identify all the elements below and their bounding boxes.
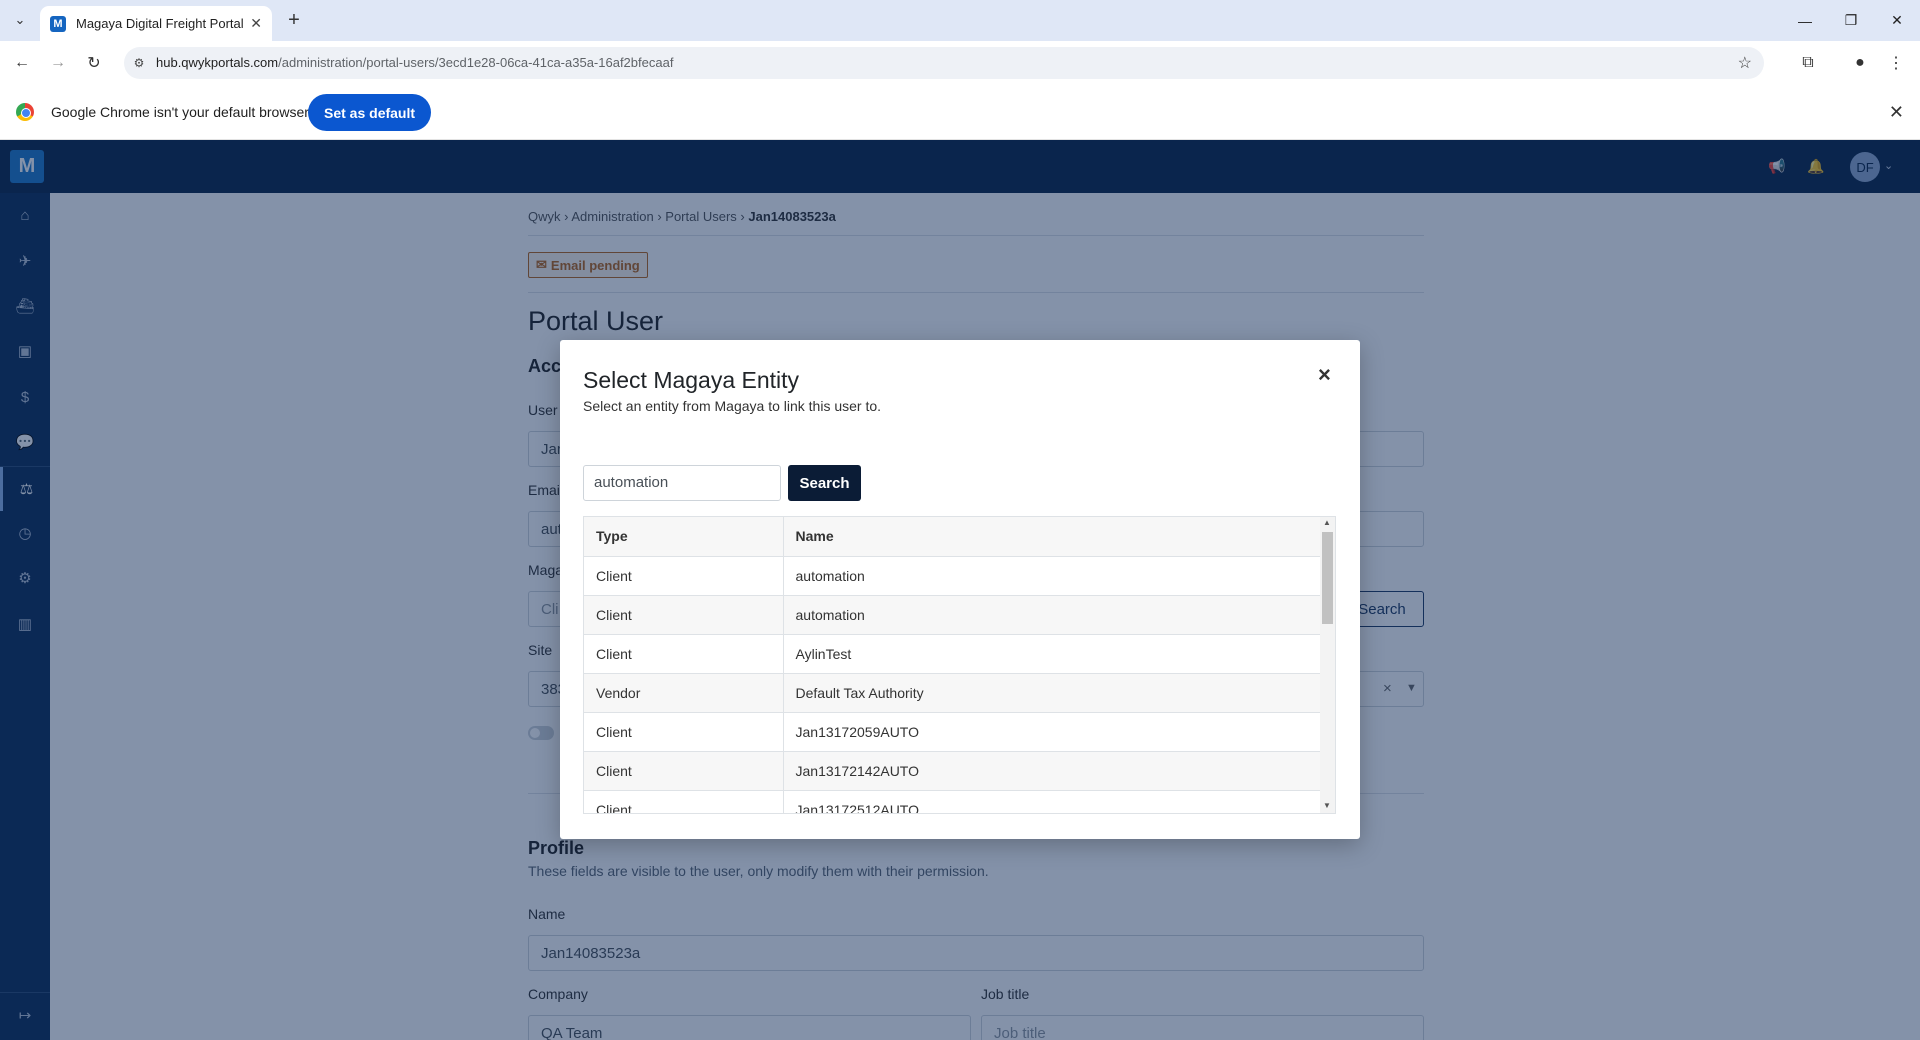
name-cell: Jan13172512AUTO — [783, 790, 1320, 813]
browser-tab[interactable]: M Magaya Digital Freight Portal H ✕ — [40, 6, 272, 41]
modal-subtitle: Select an entity from Magaya to link thi… — [583, 398, 882, 414]
address-toolbar: ← → ↻ ⚙ hub.qwykportals.com/administrati… — [0, 41, 1920, 85]
name-cell: AylinTest — [783, 634, 1320, 674]
scroll-down-icon[interactable]: ▼ — [1323, 801, 1331, 810]
set-default-button[interactable]: Set as default — [308, 94, 432, 131]
default-browser-infobar: Google Chrome isn't your default browser… — [0, 85, 1920, 140]
tab-close-icon[interactable]: ✕ — [250, 15, 262, 32]
table-row[interactable]: Client Jan13172142AUTO — [584, 751, 1320, 791]
window-close-icon[interactable]: ✕ — [1874, 0, 1920, 41]
entity-table: Type Name Client automation Client automat… — [584, 517, 1320, 813]
chrome-logo-icon — [16, 103, 34, 121]
infobar-close-icon[interactable]: ✕ — [1889, 102, 1904, 123]
infobar-text: Google Chrome isn't your default browser — [51, 104, 309, 120]
table-row[interactable]: Client automation — [584, 595, 1320, 635]
table-row[interactable]: Client AylinTest — [584, 634, 1320, 674]
close-icon[interactable]: × — [1318, 362, 1331, 388]
table-row[interactable]: Client automation — [584, 556, 1320, 596]
column-header-type: Type — [584, 517, 784, 557]
table-row[interactable]: Client Jan13172059AUTO — [584, 712, 1320, 752]
address-bar[interactable]: ⚙ hub.qwykportals.com/administration/por… — [124, 47, 1764, 79]
type-cell: Vendor — [584, 673, 784, 713]
table-header-row: Type Name — [584, 517, 1320, 557]
column-header-name: Name — [783, 517, 1320, 557]
name-cell: Jan13172059AUTO — [783, 712, 1320, 752]
select-entity-modal: Select Magaya Entity Select an entity fr… — [560, 340, 1360, 839]
profile-icon[interactable]: ● — [1848, 51, 1872, 75]
table-row[interactable]: Client Jan13172512AUTO — [584, 790, 1320, 813]
back-icon[interactable]: ← — [10, 51, 34, 75]
url-text[interactable]: hub.qwykportals.com/administration/porta… — [156, 55, 673, 70]
table-scrollbar[interactable]: ▲ ▼ — [1320, 517, 1335, 813]
bookmark-star-icon[interactable]: ☆ — [1738, 53, 1752, 73]
entity-table-container: Type Name Client automation Client automat… — [583, 516, 1336, 814]
minimize-icon[interactable]: — — [1782, 0, 1828, 41]
type-cell: Client — [584, 790, 784, 813]
type-cell: Client — [584, 712, 784, 752]
name-cell: Default Tax Authority — [783, 673, 1320, 713]
entity-search-input[interactable]: automation — [583, 465, 781, 501]
name-cell: automation — [783, 556, 1320, 596]
new-tab-icon[interactable]: + — [282, 8, 306, 32]
forward-icon[interactable]: → — [46, 51, 70, 75]
browser-tab-strip: ⌄ M Magaya Digital Freight Portal H ✕ + … — [0, 0, 1920, 41]
scroll-up-icon[interactable]: ▲ — [1323, 518, 1331, 527]
reload-icon[interactable]: ↻ — [82, 51, 106, 75]
favicon-icon: M — [50, 15, 66, 32]
type-cell: Client — [584, 556, 784, 596]
tab-title: Magaya Digital Freight Portal H — [76, 16, 244, 31]
modal-title: Select Magaya Entity — [583, 367, 800, 393]
scrollbar-thumb[interactable] — [1322, 532, 1333, 624]
table-row[interactable]: Vendor Default Tax Authority — [584, 673, 1320, 713]
restore-icon[interactable]: ❐ — [1828, 0, 1874, 41]
site-info-icon[interactable]: ⚙ — [130, 54, 148, 72]
browser-menu-icon[interactable]: ⋮ — [1884, 51, 1908, 75]
modal-search-button[interactable]: Search — [788, 465, 861, 501]
tab-search-icon[interactable]: ⌄ — [8, 8, 32, 32]
name-cell: automation — [783, 595, 1320, 635]
name-cell: Jan13172142AUTO — [783, 751, 1320, 791]
type-cell: Client — [584, 595, 784, 635]
type-cell: Client — [584, 751, 784, 791]
extensions-icon[interactable]: ⧉ — [1796, 51, 1820, 75]
type-cell: Client — [584, 634, 784, 674]
